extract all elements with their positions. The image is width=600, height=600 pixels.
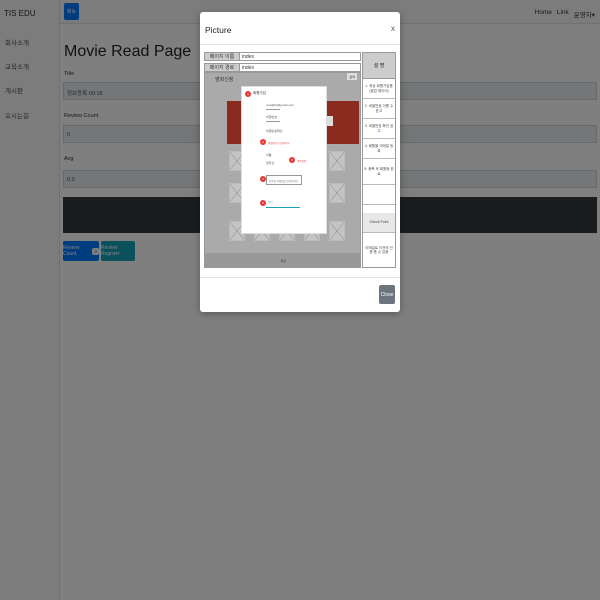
- page-name-value: index: [242, 53, 254, 60]
- description-item: 5. 중복 후 회원등 완료: [363, 159, 395, 185]
- close-icon[interactable]: x: [391, 24, 395, 33]
- movie-thumb: [329, 151, 345, 171]
- movie-thumb: [329, 183, 345, 203]
- page-name-label: 페이지 이름: [205, 53, 240, 60]
- description-header: 설 명: [363, 53, 395, 79]
- popup-password-label: 비밀번호: [266, 115, 278, 119]
- canvas-search-button: 검색: [347, 73, 357, 80]
- popup-submit-line: [266, 207, 300, 208]
- page-name-row: 페이지 이름 index: [204, 52, 361, 61]
- storyboard-image: 페이지 이름 index 페이지 경로 index 설 명 1. 최상 회원가입…: [204, 52, 396, 268]
- page-path-label: 페이지 경로: [205, 64, 240, 71]
- popup-name-value: 정학선: [266, 161, 275, 165]
- description-item: 3. 비밀번호 확인 표고: [363, 119, 395, 139]
- popup-error-text: 비밀번호가 일치하지: [268, 142, 290, 145]
- popup-password-confirm: 비밀번호확인: [266, 129, 283, 133]
- description-item: [363, 185, 395, 205]
- modal-title: Picture: [205, 25, 232, 35]
- check-point-label: Check Point: [363, 213, 395, 233]
- modal-header-divider: [200, 44, 400, 45]
- canvas-footer: 하단: [205, 253, 360, 267]
- description-item: 1. 최상 회원가입폼 (팝업 레이어): [363, 79, 395, 99]
- popup-title: 회원가입: [253, 91, 266, 95]
- description-item: 4. 회원을 이메일 등록: [363, 139, 395, 159]
- step-marker-1: 1: [245, 91, 251, 97]
- step-marker-2: 2: [260, 139, 266, 145]
- movie-thumb: [329, 221, 345, 241]
- close-button[interactable]: Close: [379, 285, 395, 304]
- popup-name-check: 중복확인: [297, 160, 307, 163]
- page-path-value: index: [242, 64, 254, 71]
- step-marker-3: 3: [289, 157, 295, 163]
- popup-field-line: [266, 109, 280, 110]
- popup-field-line: [266, 121, 280, 122]
- page-path-row: 페이지 경로 index: [204, 63, 361, 72]
- canvas-title: 영화신청: [215, 77, 234, 83]
- step-marker-5: 5: [260, 200, 266, 206]
- popup-email-input: 인증할 이메일을 입력하세요: [266, 175, 302, 185]
- description-item: 이메일로 이전의 인증 폼 수 있음: [365, 245, 393, 254]
- picture-modal: Picture x 페이지 이름 index 페이지 경로 index 설 명 …: [200, 12, 400, 312]
- popup-submit-text: 가입: [268, 201, 273, 204]
- modal-footer-divider: [200, 277, 400, 278]
- signup-popup-mock: 1 회원가입 ccw@tis@gmail.com 비밀번호 비밀번호확인 2 비…: [241, 86, 327, 234]
- description-panel: 설 명 1. 최상 회원가입폼 (팝업 레이어) 2. 비밀번호 이름 수 표고…: [362, 52, 396, 268]
- description-item: 2. 비밀번호 이름 수 표고: [363, 99, 395, 119]
- popup-name-label: 이름: [266, 153, 272, 157]
- wireframe-canvas: 영화신청 검색 하단 1 회원가입 ccw@tis@gmail.com 비밀번호: [204, 72, 361, 268]
- popup-email-text: ccw@tis@gmail.com: [266, 103, 294, 107]
